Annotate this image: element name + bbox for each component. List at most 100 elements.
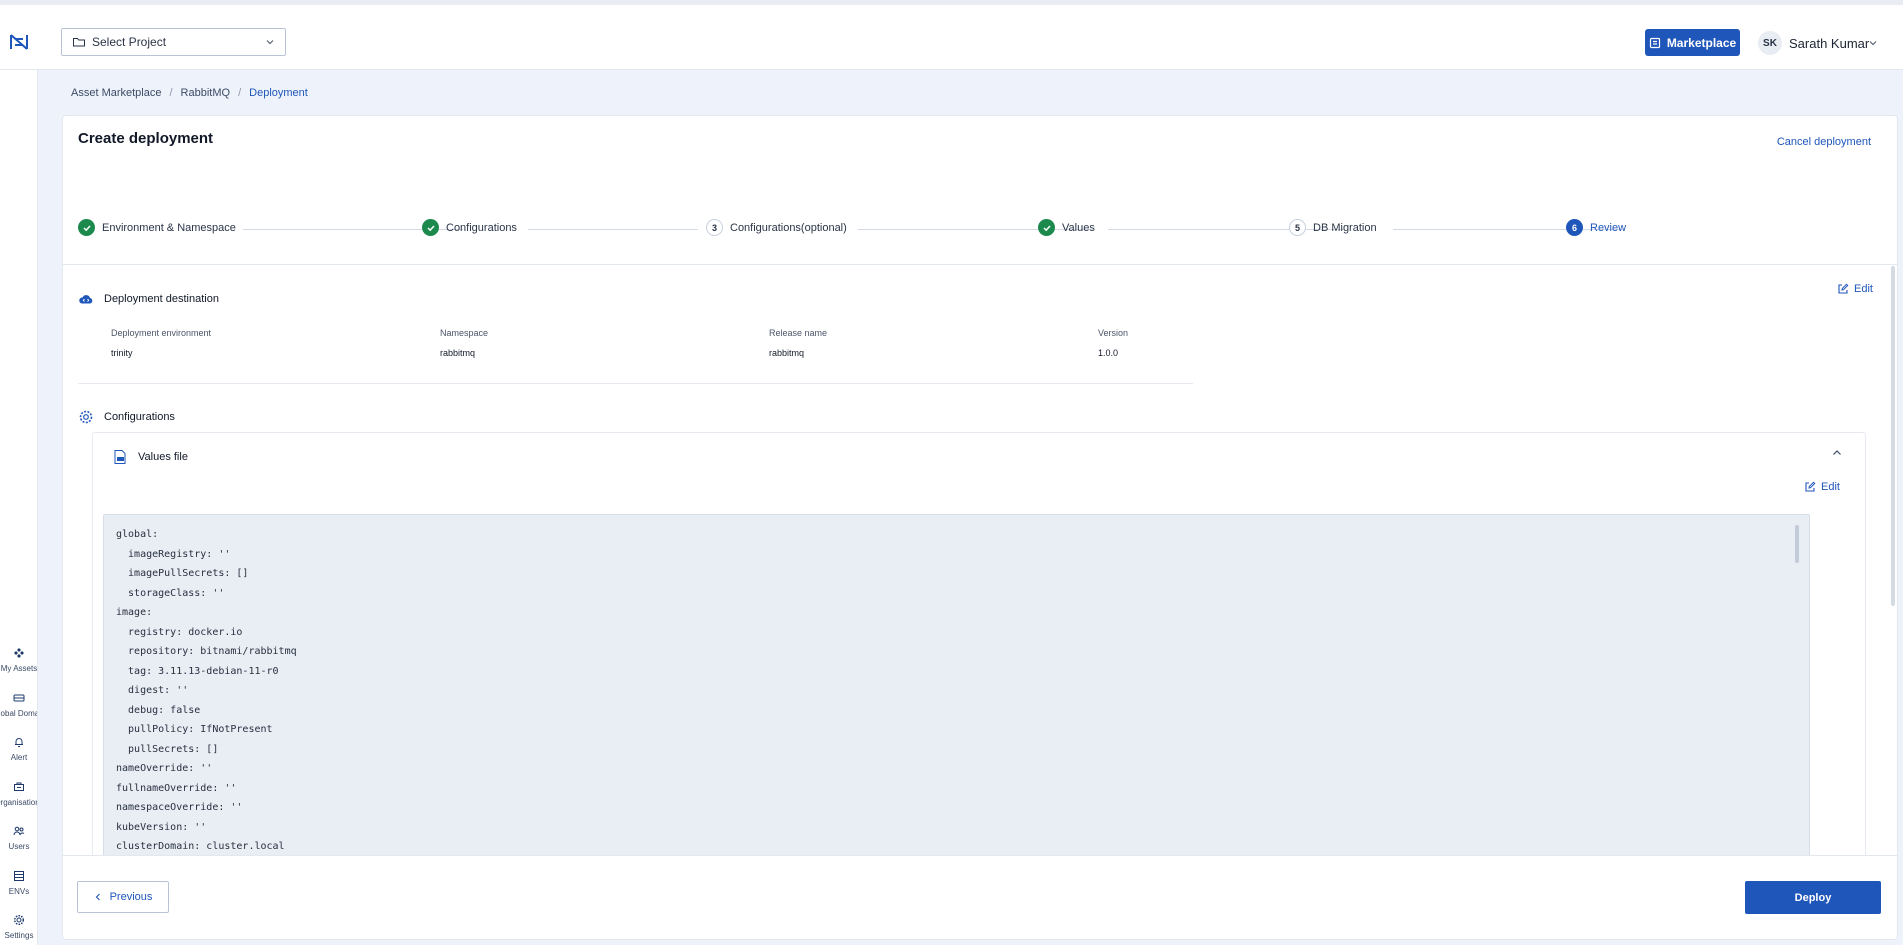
edit-label: Edit	[1854, 283, 1873, 295]
step-connector	[528, 229, 698, 230]
sidebar-item-alert[interactable]: Alert	[0, 736, 37, 762]
marketplace-button[interactable]: Marketplace	[1645, 29, 1740, 56]
code-line: storageClass: ''	[116, 587, 225, 599]
sidebar-item-settings[interactable]: Settings	[0, 914, 37, 940]
field-value: trinity	[111, 348, 133, 358]
gear-icon	[13, 914, 25, 926]
project-select[interactable]: Select Project	[61, 28, 286, 56]
code-line: digest: ''	[116, 685, 189, 696]
footer-actions: Previous Deploy	[63, 855, 1897, 939]
app-logo-icon[interactable]	[8, 31, 30, 53]
edit-label: Edit	[1821, 481, 1840, 493]
env-icon	[14, 871, 24, 881]
breadcrumb-separator: /	[238, 87, 242, 99]
user-menu-chevron-icon[interactable]	[1868, 38, 1878, 48]
code-line: imagePullSecrets: []	[116, 568, 249, 579]
chevron-left-icon	[95, 893, 100, 901]
values-file-header[interactable]: Values file	[112, 449, 188, 465]
deployment-destination-header: Deployment destination	[78, 291, 219, 307]
domain-icon	[13, 694, 25, 702]
previous-label: Previous	[109, 891, 153, 903]
step-environment-namespace[interactable]: Environment & Namespace	[78, 219, 236, 236]
step-db-migration[interactable]: 5 DB Migration	[1289, 219, 1377, 236]
code-scrollbar[interactable]	[1795, 525, 1799, 563]
step-label: DB Migration	[1313, 221, 1377, 234]
field-namespace: Namespace rabbitmq	[440, 328, 488, 358]
folder-icon	[73, 38, 85, 47]
deployment-destination-title: Deployment destination	[104, 293, 219, 305]
store-icon	[1649, 37, 1660, 48]
code-line: imageRegistry: ''	[116, 548, 231, 560]
code-line: debug: false	[116, 704, 201, 716]
configurations-title: Configurations	[104, 411, 175, 423]
previous-button[interactable]: Previous	[77, 881, 169, 913]
gear-icon	[79, 410, 93, 424]
breadcrumb-rabbitmq[interactable]: RabbitMQ	[181, 87, 231, 99]
step-label: Configurations(optional)	[730, 221, 847, 234]
stepper: Environment & Namespace Configurations 3…	[63, 116, 1897, 266]
field-label: Namespace	[440, 328, 489, 338]
field-value: rabbitmq	[769, 348, 805, 358]
organisation-icon	[14, 782, 24, 791]
field-value: rabbitmq	[440, 348, 476, 358]
configurations-header: Configurations	[78, 409, 175, 425]
code-line: fullnameOverride: ''	[116, 782, 237, 794]
sidebar-item-label: My Assets	[0, 664, 38, 673]
code-line: nameOverride: ''	[116, 763, 213, 774]
cloud-code-icon	[79, 295, 93, 304]
check-icon	[422, 219, 439, 236]
sidebar-item-users[interactable]: Users	[0, 825, 37, 851]
card-scrollbar[interactable]	[1891, 266, 1895, 606]
sidebar-item-my-assets[interactable]: My Assets	[0, 647, 38, 673]
step-values[interactable]: Values	[1038, 219, 1095, 236]
field-version: Version 1.0.0	[1098, 328, 1128, 358]
field-label: Version	[1098, 328, 1129, 338]
breadcrumb-asset-marketplace[interactable]: Asset Marketplace	[71, 87, 161, 99]
code-line: kubeVersion: ''	[116, 821, 207, 833]
user-name[interactable]: Sarath Kumar	[1789, 36, 1869, 51]
code-line: repository: bitnami/rabbitmq	[116, 646, 297, 657]
sidebar-item-global-domain[interactable]: Global Domain	[0, 692, 37, 718]
step-label: Review	[1590, 221, 1627, 234]
sidebar-item-organisations[interactable]: Organisations	[0, 781, 37, 807]
sidebar-item-label: Settings	[4, 931, 34, 940]
field-label: Deployment environment	[111, 328, 212, 338]
deployment-card: Create deployment Cancel deployment Envi…	[62, 115, 1898, 940]
sidebar-item-envs[interactable]: ENVs	[0, 870, 37, 896]
code-line: tag: 3.11.13-debian-11-r0	[116, 665, 279, 677]
code-line: registry: docker.io	[116, 626, 243, 638]
edit-values-button[interactable]: Edit	[1804, 481, 1840, 493]
avatar[interactable]: SK	[1758, 31, 1782, 55]
step-label: Environment & Namespace	[102, 221, 236, 234]
step-review[interactable]: 6 Review	[1566, 219, 1626, 236]
sidebar-item-label: ENVs	[8, 887, 30, 896]
code-line: image:	[116, 607, 153, 618]
assets-icon	[14, 648, 24, 658]
sidebar-item-label: Users	[8, 842, 30, 851]
edit-destination-button[interactable]: Edit	[1837, 283, 1873, 295]
step-label: Values	[1062, 221, 1095, 234]
step-number: 5	[1289, 219, 1306, 236]
field-label: Release name	[769, 328, 828, 338]
code-line: namespaceOverride: ''	[116, 802, 243, 813]
field-deployment-environment: Deployment environment trinity	[111, 328, 211, 358]
code-line: pullSecrets: []	[116, 743, 219, 755]
breadcrumb: Asset Marketplace / RabbitMQ / Deploymen…	[71, 87, 308, 99]
top-bar: Select Project Marketplace SK Sarath Kum…	[0, 0, 1903, 70]
breadcrumb-separator: /	[169, 87, 173, 99]
marketplace-label: Marketplace	[1666, 35, 1737, 50]
section-divider	[78, 383, 1193, 384]
step-configurations-optional[interactable]: 3 Configurations(optional)	[706, 219, 847, 236]
code-line: global:	[116, 529, 159, 540]
deploy-button[interactable]: Deploy	[1745, 881, 1881, 914]
check-icon	[1038, 219, 1055, 236]
chevron-up-icon[interactable]	[1831, 447, 1843, 459]
values-code-editor[interactable]: global: imageRegistry: '' imagePullSecre…	[103, 514, 1810, 914]
values-file-title: Values file	[138, 451, 188, 463]
step-label: Configurations	[446, 221, 517, 234]
file-icon	[114, 450, 126, 464]
code-line: clusterDomain: cluster.local	[116, 841, 285, 852]
step-configurations[interactable]: Configurations	[422, 219, 517, 236]
bell-icon	[15, 738, 23, 747]
sidebar-item-label: Alert	[10, 753, 28, 762]
